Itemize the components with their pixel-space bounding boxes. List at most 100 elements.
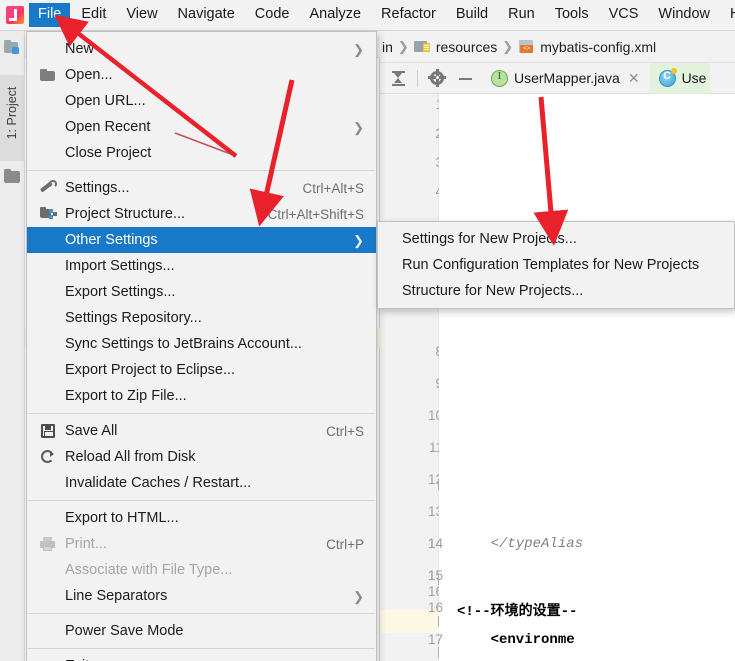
menu-item-label: Project Structure... bbox=[65, 206, 186, 222]
submenu-item-run-config-templates[interactable]: Run Configuration Templates for New Proj… bbox=[378, 252, 734, 278]
save-icon bbox=[40, 423, 56, 439]
menu-item-open-url[interactable]: Open URL... bbox=[27, 88, 376, 114]
menu-item-label: Export Settings... bbox=[65, 284, 176, 300]
menu-item-label: Export to HTML... bbox=[65, 510, 179, 526]
menu-item-line-separators[interactable]: Line Separators ❯ bbox=[27, 583, 376, 609]
menu-item-label: Sync Settings to JetBrains Account... bbox=[65, 336, 302, 352]
menu-item-reload-all-from-disk[interactable]: Reload All from Disk bbox=[27, 444, 376, 470]
menu-item-project-structure[interactable]: Project Structure... Ctrl+Alt+Shift+S bbox=[27, 201, 376, 227]
menu-item-label: Open URL... bbox=[65, 93, 146, 109]
menu-item-sync-settings-jetbrains[interactable]: Sync Settings to JetBrains Account... bbox=[27, 331, 376, 357]
menu-item-label: Import Settings... bbox=[65, 258, 175, 274]
menu-item-label: Settings... bbox=[65, 180, 130, 196]
menubar-item-run[interactable]: Run bbox=[499, 3, 544, 27]
menu-item-label: Invalidate Caches / Restart... bbox=[65, 475, 252, 491]
line-number: 9 bbox=[403, 376, 443, 391]
tab-usermapper-java[interactable]: UserMapper.java ✕ bbox=[482, 63, 644, 94]
editor-area: in ❯ resources ❯ <> mybatis-config.xml U… bbox=[380, 31, 735, 661]
breadcrumb-item-file[interactable]: mybatis-config.xml bbox=[540, 39, 656, 55]
menu-item-exit[interactable]: Exit bbox=[27, 653, 376, 661]
menu-item-settings-repository[interactable]: Settings Repository... bbox=[27, 305, 376, 331]
menu-item-invalidate-caches[interactable]: Invalidate Caches / Restart... bbox=[27, 470, 376, 496]
menu-item-label: Export to Zip File... bbox=[65, 388, 187, 404]
menu-item-label: Power Save Mode bbox=[65, 623, 184, 639]
tab-user-class[interactable]: Use bbox=[649, 62, 711, 94]
chevron-right-icon: ❯ bbox=[353, 41, 364, 57]
menu-item-label: Line Separators bbox=[65, 588, 168, 604]
menu-item-label: Open... bbox=[65, 67, 113, 83]
menubar-item-file[interactable]: File bbox=[29, 3, 71, 27]
menu-item-label: Reload All from Disk bbox=[65, 449, 196, 465]
menu-item-power-save-mode[interactable]: Power Save Mode bbox=[27, 618, 376, 644]
menu-item-associate-file-type: Associate with File Type... bbox=[27, 557, 376, 583]
menubar-item-tools[interactable]: Tools bbox=[546, 3, 598, 27]
folder-icon bbox=[40, 67, 56, 83]
intellij-logo-icon bbox=[2, 2, 28, 28]
line-number: 10 bbox=[427, 408, 443, 423]
menu-item-export-settings[interactable]: Export Settings... bbox=[27, 279, 376, 305]
project-folder-icon bbox=[3, 39, 22, 56]
menu-item-label: Other Settings bbox=[65, 232, 158, 248]
minimize-icon[interactable] bbox=[455, 68, 476, 89]
toolbar-divider bbox=[417, 69, 418, 87]
tab-label: Use bbox=[681, 70, 707, 86]
xml-file-icon: <> bbox=[518, 39, 535, 54]
menu-item-export-to-html[interactable]: Export to HTML... bbox=[27, 505, 376, 531]
reload-icon bbox=[40, 449, 56, 465]
menubar-item-refactor[interactable]: Refactor bbox=[372, 3, 445, 27]
menu-item-import-settings[interactable]: Import Settings... bbox=[27, 253, 376, 279]
line-number: 17 bbox=[427, 632, 443, 647]
print-icon bbox=[40, 536, 56, 552]
structure-folder-icon[interactable] bbox=[4, 169, 20, 183]
gear-icon[interactable] bbox=[426, 68, 447, 89]
menu-item-shortcut: Ctrl+Alt+Shift+S bbox=[267, 206, 364, 222]
menu-item-label: Close Project bbox=[65, 145, 152, 161]
menu-item-open[interactable]: Open... bbox=[27, 62, 376, 88]
other-settings-submenu: Settings for New Projects... Run Configu… bbox=[377, 221, 735, 309]
line-number: 11 bbox=[428, 440, 443, 455]
collapse-all-icon[interactable] bbox=[388, 68, 409, 89]
menubar-item-analyze[interactable]: Analyze bbox=[300, 3, 370, 27]
menubar-item-navigate[interactable]: Navigate bbox=[169, 3, 244, 27]
project-tab-label: 1: Project bbox=[5, 86, 19, 140]
code-line: <environme bbox=[457, 632, 575, 648]
breadcrumb: in ❯ resources ❯ <> mybatis-config.xml bbox=[380, 31, 735, 63]
line-number: 16 bbox=[427, 584, 443, 599]
sidebar-item-project[interactable]: 1: Project bbox=[0, 75, 25, 161]
intellij-idea-window: 1: Project in ❯ resources ❯ <> mybatis-c… bbox=[0, 0, 735, 661]
chevron-right-icon: ❯ bbox=[397, 38, 409, 54]
submenu-item-settings-for-new-projects[interactable]: Settings for New Projects... bbox=[378, 226, 734, 252]
menubar-item-code[interactable]: Code bbox=[246, 3, 299, 27]
menubar-item-window[interactable]: Window bbox=[649, 3, 719, 27]
code-line: </typeAlias bbox=[457, 536, 584, 552]
menu-item-other-settings[interactable]: Other Settings ❯ bbox=[27, 227, 376, 253]
breadcrumb-item-resources[interactable]: resources bbox=[436, 39, 497, 55]
menu-item-export-zip[interactable]: Export to Zip File... bbox=[27, 383, 376, 409]
line-number: 14 bbox=[427, 536, 443, 551]
submenu-item-label: Structure for New Projects... bbox=[402, 283, 584, 299]
menubar-item-vcs[interactable]: VCS bbox=[600, 3, 648, 27]
submenu-item-label: Run Configuration Templates for New Proj… bbox=[402, 257, 700, 273]
menubar-item-edit[interactable]: Edit bbox=[72, 3, 115, 27]
submenu-item-structure-for-new-projects[interactable]: Structure for New Projects... bbox=[378, 278, 734, 304]
menubar-item-help[interactable]: H bbox=[721, 3, 735, 27]
resources-folder-icon bbox=[413, 39, 431, 54]
line-number: 1 bbox=[403, 97, 443, 112]
menu-item-open-recent[interactable]: Open Recent ❯ bbox=[27, 114, 376, 140]
menu-item-export-project-eclipse[interactable]: Export Project to Eclipse... bbox=[27, 357, 376, 383]
menu-item-save-all[interactable]: Save All Ctrl+S bbox=[27, 418, 376, 444]
menu-item-settings[interactable]: Settings... Ctrl+Alt+S bbox=[27, 175, 376, 201]
line-number: 15 bbox=[427, 568, 443, 583]
chevron-right-icon: ❯ bbox=[353, 119, 364, 135]
close-icon[interactable]: ✕ bbox=[628, 70, 640, 87]
line-number: 8 bbox=[403, 344, 443, 359]
menubar-item-build[interactable]: Build bbox=[447, 3, 497, 27]
code-line: <!--环境的设置-- bbox=[457, 604, 578, 620]
menu-item-label: Export Project to Eclipse... bbox=[65, 362, 236, 378]
menu-item-close-project[interactable]: Close Project bbox=[27, 140, 376, 166]
breadcrumb-item-module[interactable]: in bbox=[382, 39, 393, 55]
menu-item-new[interactable]: New ❯ bbox=[27, 36, 376, 62]
code-editor-lower[interactable]: 14 </typeAlias 15 16 <!--环境的设置-- 17 <env… bbox=[428, 94, 735, 661]
menu-separator bbox=[28, 413, 375, 414]
menubar-item-view[interactable]: View bbox=[117, 3, 166, 27]
